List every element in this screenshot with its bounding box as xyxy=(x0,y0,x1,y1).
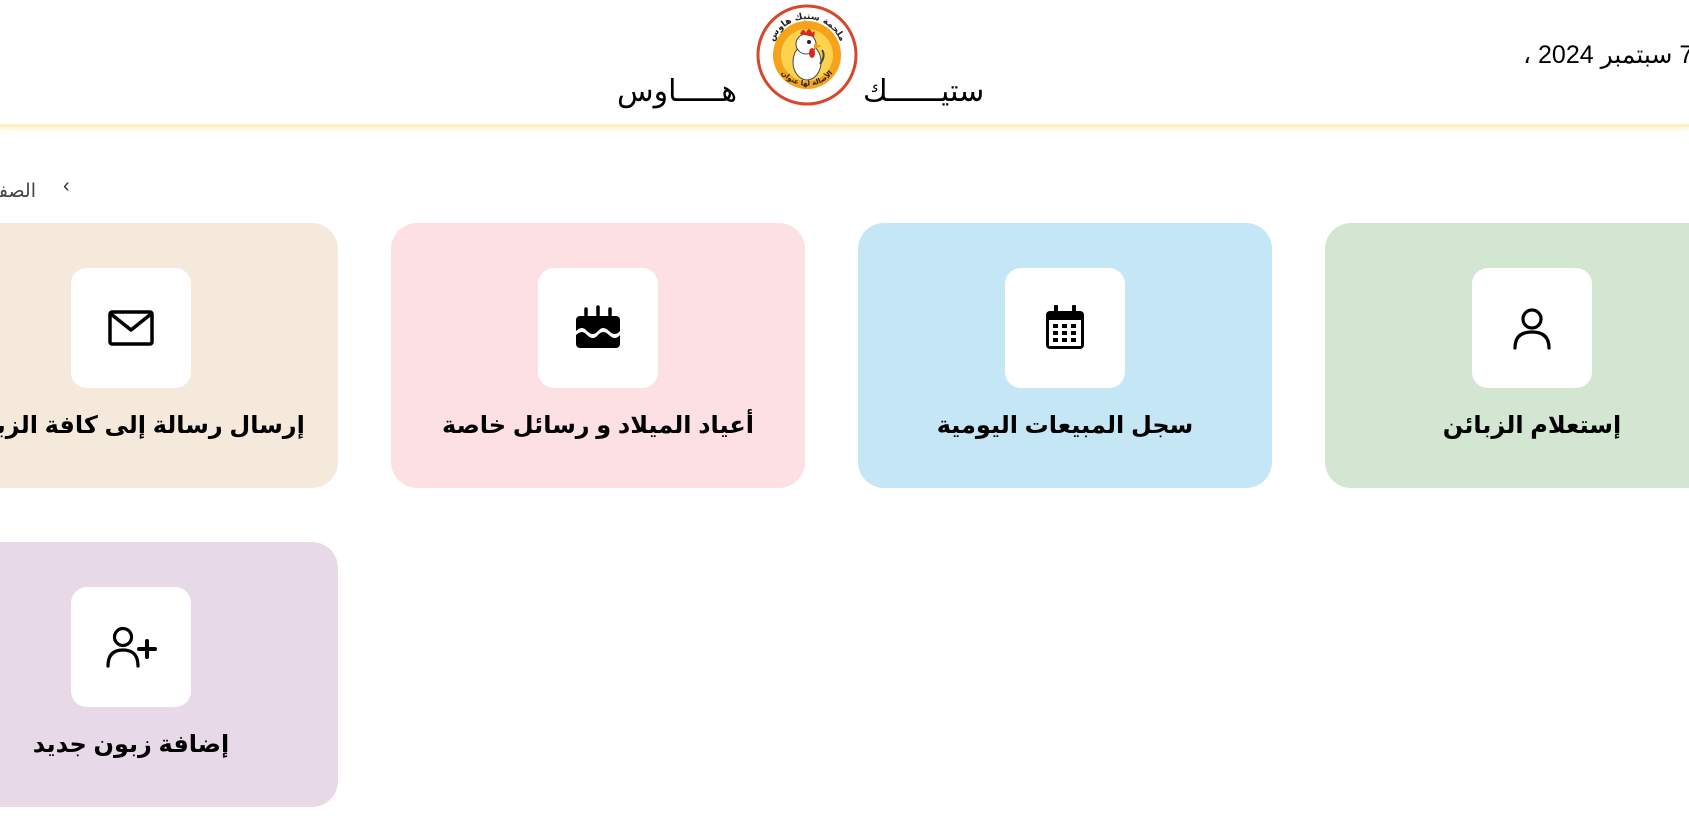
card-icon-box xyxy=(1472,268,1592,388)
current-date: 7 سبتمبر 2024 ، xyxy=(1523,41,1689,69)
card-label: إضافة زبون جديد xyxy=(32,731,230,758)
card-icon-box xyxy=(71,268,191,388)
card-icon-box xyxy=(71,587,191,707)
card-customer-inquiry[interactable]: إستعلام الزبائن xyxy=(1325,223,1689,488)
cake-icon xyxy=(576,305,620,348)
card-add-new-customer[interactable]: إضافة زبون جديد xyxy=(0,542,338,807)
card-icon-box xyxy=(538,268,658,388)
breadcrumb-chevron-icon: ‹ xyxy=(63,175,70,197)
card-label: إستعلام الزبائن xyxy=(1442,412,1622,439)
brand-name-word-1: ستيــــــك xyxy=(863,75,985,108)
card-icon-box xyxy=(1005,268,1125,388)
brand-name-word-2: هـــــاوس xyxy=(617,75,738,108)
card-label: سجل المبيعات اليومية xyxy=(936,412,1194,439)
card-send-message-all[interactable]: إرسال رسالة إلى كافة الزبائن xyxy=(0,223,338,488)
add-user-icon xyxy=(106,626,157,668)
card-daily-sales-log[interactable]: سجل المبيعات اليومية xyxy=(858,223,1272,488)
calendar-icon xyxy=(1046,305,1084,349)
mail-icon xyxy=(108,310,154,346)
card-label: أعياد الميلاد و رسائل خاصة xyxy=(442,412,754,439)
brand-logo[interactable]: ملحمة ستيك هاوس الأصالة لها عنوان xyxy=(756,4,858,106)
user-icon xyxy=(1513,308,1551,350)
card-birthdays-messages[interactable]: أعياد الميلاد و رسائل خاصة xyxy=(391,223,805,488)
breadcrumb-current[interactable]: الصفحة xyxy=(0,180,36,203)
card-label: إرسال رسالة إلى كافة الزبائن xyxy=(0,412,305,439)
app-header: 7 سبتمبر 2024 ، ستيــــــك هـــــاوس ملح… xyxy=(0,0,1689,127)
